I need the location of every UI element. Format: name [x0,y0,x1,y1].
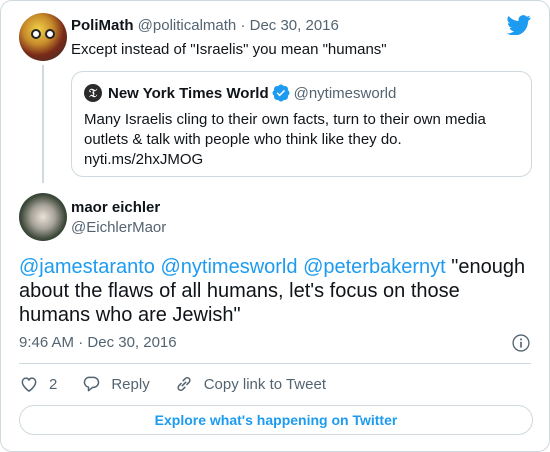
quoted-tweet[interactable]: 𝔗 New York Times World @nytimesworld Man… [71,71,532,177]
main-author-name[interactable]: maor eichler [71,199,160,216]
verified-badge-icon [272,84,290,102]
parent-tweet-header: PoliMath @politicalmath · Dec 30, 2016 [71,17,339,34]
parent-separator: · [240,17,246,34]
thread-connector-line [42,65,44,183]
reply-button[interactable]: Reply [81,374,150,394]
twitter-bird-icon[interactable] [507,15,531,35]
quoted-tweet-header: New York Times World @nytimesworld [108,84,396,102]
like-count: 2 [49,375,58,393]
copy-link-button[interactable]: Copy link to Tweet [174,374,326,394]
copy-link-label: Copy link to Tweet [203,375,326,393]
main-author-handle[interactable]: @EichlerMaor [71,219,166,236]
main-tweet-time: 9:46 AM [19,334,75,351]
like-button[interactable]: 2 [19,374,57,394]
quoted-author-handle[interactable]: @nytimesworld [294,85,397,102]
main-tweet-timestamp[interactable]: 9:46 AM · Dec 30, 2016 [19,334,177,351]
reply-icon [84,376,100,392]
avatar-polimath[interactable] [19,13,67,61]
nyt-logo-icon: 𝔗 [84,84,102,102]
quoted-tweet-link[interactable]: nyti.ms/2hxJMOG [84,151,203,168]
parent-author-name[interactable]: PoliMath [71,17,134,34]
mention-nytimesworld[interactable]: @nytimesworld [160,256,297,278]
parent-tweet-text: Except instead of "Israelis" you mean "h… [71,41,387,58]
main-tweet-date: Dec 30, 2016 [87,334,177,351]
tweet-actions: 2 Reply Copy link to Tweet [19,374,350,394]
heart-icon [21,377,37,392]
explore-twitter-button[interactable]: Explore what's happening on Twitter [19,405,533,435]
avatar-maor-eichler[interactable] [19,193,67,241]
main-tweet-text: @jamestaranto @nytimesworld @peterbakern… [19,255,533,327]
quoted-author-name[interactable]: New York Times World [108,85,269,102]
divider [19,363,531,364]
parent-date[interactable]: Dec 30, 2016 [250,17,339,34]
info-icon[interactable] [511,333,531,353]
quoted-tweet-body: Many Israelis cling to their own facts, … [84,110,524,170]
link-icon [177,377,191,391]
reply-label: Reply [111,375,150,393]
tweet-embed-card: PoliMath @politicalmath · Dec 30, 2016 E… [0,0,550,452]
mention-jamestaranto[interactable]: @jamestaranto [19,256,155,278]
main-tweet-separator: · [78,334,84,351]
quoted-tweet-text: Many Israelis cling to their own facts, … [84,111,486,148]
parent-author-handle[interactable]: @politicalmath [138,17,237,34]
mention-peterbakernyt[interactable]: @peterbakernyt [303,256,446,278]
